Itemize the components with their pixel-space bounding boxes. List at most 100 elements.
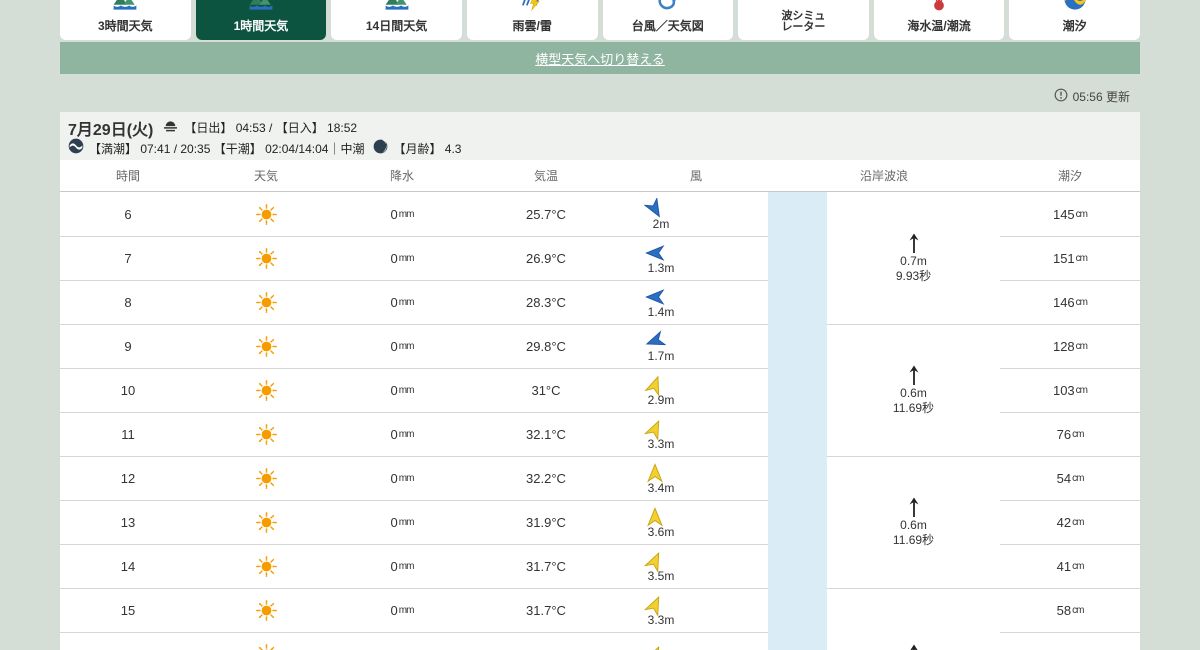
tide-cell: 128cm bbox=[1000, 324, 1140, 368]
temp-cell: 25.7°C bbox=[468, 192, 624, 236]
wave-band-cell bbox=[768, 368, 827, 412]
tide-cell: 146cm bbox=[1000, 280, 1140, 324]
temp-cell: 29.8°C bbox=[468, 324, 624, 368]
sunny-icon bbox=[256, 644, 277, 650]
tab-3hour[interactable]: 3時間天気 bbox=[60, 0, 191, 40]
tide-cell: 76cm bbox=[1000, 412, 1140, 456]
column-header-col-weather: 天気 bbox=[196, 167, 336, 184]
wind-cell: 2m bbox=[624, 192, 768, 236]
temp-cell: 32.2°C bbox=[468, 456, 624, 500]
wind-cell: 1.7m bbox=[624, 324, 768, 368]
hour-cell: 13 bbox=[60, 500, 196, 544]
wave-direction-up-icon bbox=[906, 497, 922, 518]
wave-group: 0.6m11.69秒 bbox=[827, 456, 1000, 588]
tide-icon bbox=[1062, 0, 1088, 20]
weather-cell bbox=[196, 280, 336, 324]
wind-cell: 1.4m bbox=[624, 280, 768, 324]
temp-cell: 31.7°C bbox=[468, 544, 624, 588]
wind-cell: 2.9m bbox=[624, 368, 768, 412]
wind-cell: 3.6m bbox=[624, 500, 768, 544]
sunny-icon bbox=[256, 512, 277, 533]
hour-cell: 15 bbox=[60, 588, 196, 632]
temp-cell: 26.9°C bbox=[468, 236, 624, 280]
wave-height: 0.6m bbox=[900, 518, 927, 533]
tab-wave-sim[interactable]: 波シミュレーター bbox=[738, 0, 869, 40]
precip-cell: 0mm bbox=[336, 456, 468, 500]
tide-cell: 42cm bbox=[1000, 500, 1140, 544]
precip-cell: 0mm bbox=[336, 544, 468, 588]
tab-label: 1時間天気 bbox=[234, 20, 289, 33]
tab-1hour[interactable]: 1時間天気 bbox=[196, 0, 327, 40]
wind-direction-icon bbox=[644, 644, 666, 650]
weather-cell bbox=[196, 368, 336, 412]
hour-cell: 9 bbox=[60, 324, 196, 368]
temp-cell: 31.3°C bbox=[468, 632, 624, 650]
tide-times-info: 【満潮】 07:41 / 20:35 【干潮】 02:04/14:04｜中潮 bbox=[89, 140, 364, 157]
sunny-icon bbox=[256, 336, 277, 357]
tab-14day[interactable]: 14日間天気 bbox=[331, 0, 462, 40]
wave-group: 0.6m11.69秒 bbox=[827, 324, 1000, 456]
precip-cell: 0mm bbox=[336, 588, 468, 632]
wave-direction-up-icon bbox=[906, 233, 922, 254]
tab-typhoon[interactable]: 台風／天気図 bbox=[603, 0, 734, 40]
sunny-icon bbox=[256, 424, 277, 445]
sunrise-icon bbox=[162, 118, 179, 138]
sunny-icon bbox=[256, 600, 277, 621]
rain-lightning-icon bbox=[519, 0, 545, 20]
coastal-wave-column: 0.7m9.93秒0.6m11.69秒0.6m11.69秒 bbox=[827, 192, 1000, 650]
temp-cell: 32.1°C bbox=[468, 412, 624, 456]
tab-label: レーター bbox=[781, 22, 825, 33]
landscape-icon bbox=[248, 0, 274, 20]
tab-label: 潮汐 bbox=[1063, 20, 1087, 33]
precip-cell: 0mm bbox=[336, 412, 468, 456]
column-header-col-wind: 風 bbox=[624, 167, 768, 184]
wind-speed: 3.5m bbox=[648, 569, 675, 583]
wind-cell: 3.3m bbox=[624, 588, 768, 632]
weather-cell bbox=[196, 192, 336, 236]
wave-band-cell bbox=[768, 236, 827, 280]
sunny-icon bbox=[256, 292, 277, 313]
sunny-icon bbox=[256, 248, 277, 269]
temp-cell: 31.7°C bbox=[468, 588, 624, 632]
hour-cell: 8 bbox=[60, 280, 196, 324]
precip-cell: 0mm bbox=[336, 324, 468, 368]
temp-cell: 28.3°C bbox=[468, 280, 624, 324]
weather-cell bbox=[196, 500, 336, 544]
tide-cell: 151cm bbox=[1000, 236, 1140, 280]
weather-cell bbox=[196, 632, 336, 650]
wave-band-cell bbox=[768, 632, 827, 650]
tab-tide[interactable]: 潮汐 bbox=[1009, 0, 1140, 40]
weather-cell bbox=[196, 236, 336, 280]
wind-speed: 1.4m bbox=[648, 305, 675, 319]
tide-cell: 145cm bbox=[1000, 192, 1140, 236]
wave-band-cell bbox=[768, 280, 827, 324]
hour-cell: 6 bbox=[60, 192, 196, 236]
date-title: 7月29日(火) bbox=[68, 116, 153, 140]
temp-cell: 31°C bbox=[468, 368, 624, 412]
wave-direction-up-icon bbox=[906, 644, 922, 650]
landscape-icon bbox=[112, 0, 138, 20]
info-icon bbox=[1054, 88, 1068, 105]
wave-period: 11.69秒 bbox=[893, 533, 934, 548]
precip-cell: 0mm bbox=[336, 500, 468, 544]
hour-cell: 10 bbox=[60, 368, 196, 412]
column-header-col-hour: 時間 bbox=[60, 167, 196, 184]
sunny-icon bbox=[256, 468, 277, 489]
update-time-label: 05:56 更新 bbox=[1073, 88, 1130, 105]
precip-cell: 0mm bbox=[336, 280, 468, 324]
hour-cell: 14 bbox=[60, 544, 196, 588]
wave-group: 0.7m9.93秒 bbox=[827, 192, 1000, 324]
tab-sea-temp[interactable]: 海水温/潮流 bbox=[874, 0, 1005, 40]
wind-cell: 1.3m bbox=[624, 236, 768, 280]
wave-direction-up-icon bbox=[906, 365, 922, 386]
hour-cell: 11 bbox=[60, 412, 196, 456]
tide-cell: 54cm bbox=[1000, 456, 1140, 500]
tab-rain-cloud[interactable]: 雨雲/雷 bbox=[467, 0, 598, 40]
precip-cell: 0mm bbox=[336, 368, 468, 412]
tab-label: 海水温/潮流 bbox=[907, 20, 970, 33]
wind-cell: 3.5m bbox=[624, 544, 768, 588]
sunny-icon bbox=[256, 204, 277, 225]
update-time: 05:56 更新 bbox=[1054, 88, 1130, 105]
wind-speed: 1.3m bbox=[648, 261, 675, 275]
switch-layout-link[interactable]: 横型天気へ切り替える bbox=[535, 49, 665, 68]
